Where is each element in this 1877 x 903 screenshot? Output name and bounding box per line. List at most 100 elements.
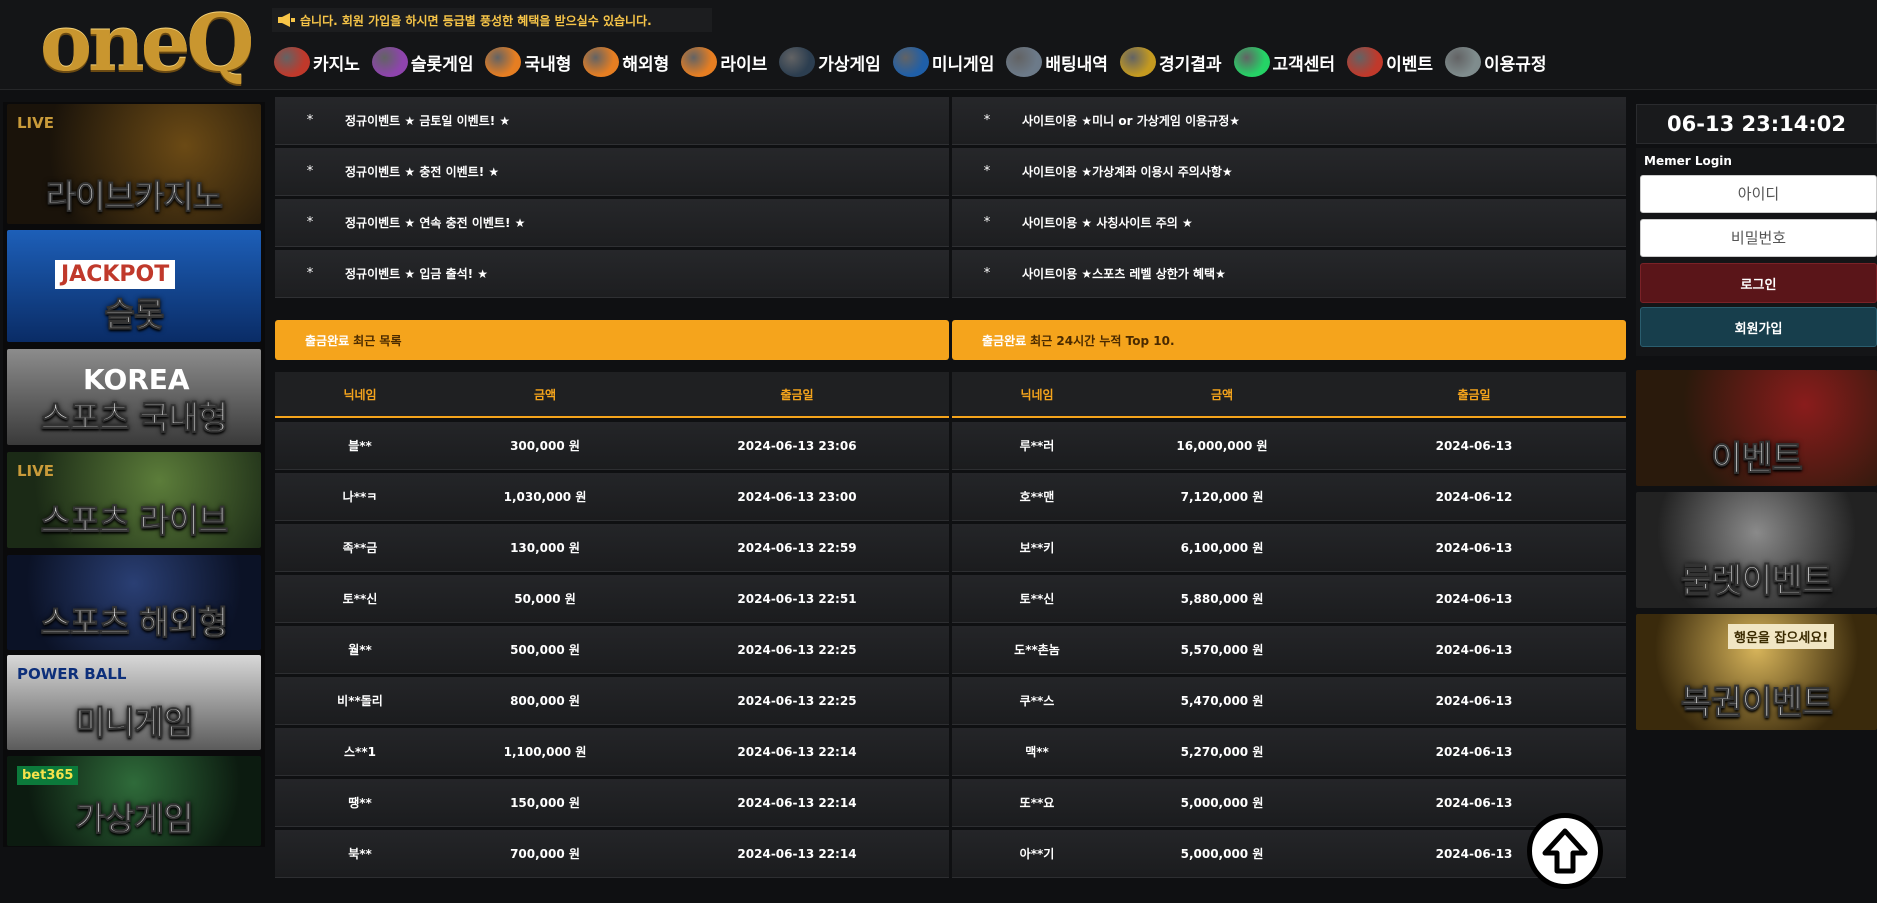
board-bullet: * [983, 164, 991, 179]
cell-nickname: 나**ㅋ [342, 490, 378, 504]
left-banner-1[interactable]: JACKPOT 슬롯 [7, 230, 261, 342]
board-item[interactable]: * 정규이벤트 ★ 연속 충전 이벤트! ★ [275, 199, 949, 247]
username-input[interactable] [1640, 175, 1877, 213]
login-panel: Memer Login 로그인 회원가입 [1636, 148, 1877, 356]
column-header-date: 출금일 [1457, 387, 1491, 402]
signup-button[interactable]: 회원가입 [1640, 307, 1877, 347]
column-header-amount: 금액 [533, 387, 557, 402]
left-banner-6[interactable]: bet365 가상게임 [7, 756, 261, 846]
left-banner-5[interactable]: POWER BALL 미니게임 [7, 655, 261, 750]
login-button[interactable]: 로그인 [1640, 263, 1877, 303]
nav-item-11[interactable]: 이용규정 [1444, 47, 1547, 77]
board-item[interactable]: * 사이트이용 ★ 사칭사이트 주의 ★ [952, 199, 1626, 247]
left-banner-2[interactable]: KOREA 스포츠 국내형 [7, 349, 261, 445]
cell-amount: 1,030,000 원 [503, 490, 587, 504]
table-row: 스**1 1,100,000 원 2024-06-13 22:14 [275, 728, 949, 776]
password-input[interactable] [1640, 219, 1877, 257]
banner-badge: bet365 [17, 766, 79, 785]
recent-bar-sub: 최근 목록 [353, 333, 402, 348]
board-item[interactable]: * 정규이벤트 ★ 금토일 이벤트! ★ [275, 97, 949, 145]
arrow-up-icon [1542, 828, 1588, 874]
banner-title: 룰렛이벤트 [1680, 561, 1833, 602]
nav-item-8[interactable]: 경기결과 [1119, 47, 1222, 77]
cell-date: 2024-06-13 22:25 [737, 642, 857, 657]
cell-nickname: 월** [348, 643, 372, 657]
soccer-ball-icon [583, 47, 620, 77]
banner-title: 복권이벤트 [1680, 683, 1833, 724]
cell-date: 2024-06-13 22:14 [737, 795, 857, 810]
nav-item-3[interactable]: 해외형 [583, 47, 669, 77]
nav-item-0[interactable]: 카지노 [274, 47, 360, 77]
banner-title: 미니게임 [75, 703, 194, 743]
nav-label: 배팅내역 [1045, 54, 1108, 75]
banner-badge: LIVE [17, 462, 54, 480]
cell-amount: 5,000,000 원 [1180, 796, 1264, 810]
board-item-title: 사이트이용 ★ 사칭사이트 주의 ★ [1022, 216, 1193, 230]
site-header: oneQ 습니다. 회원 가입을 하시면 등급별 풍성한 혜택을 받으실수 있습… [0, 0, 1877, 90]
cell-date: 2024-06-13 22:25 [737, 693, 857, 708]
table-row: 토**신 5,880,000 원 2024-06-13 [952, 575, 1626, 623]
nav-item-6[interactable]: 미니게임 [892, 47, 994, 77]
table-row: 족**금 130,000 원 2024-06-13 22:59 [275, 524, 949, 572]
top-withdrawal-table: 닉네임 금액 출금일 루**러 16,000,000 원 2024-06-13 호**… [952, 372, 1626, 881]
board-item-title: 사이트이용 ★미니 or 가상게임 이용규정★ [1022, 114, 1240, 128]
table-row: 도**촌놈 5,570,000 원 2024-06-13 [952, 626, 1626, 674]
site-logo[interactable]: oneQ [40, 4, 254, 84]
cell-nickname: 보**키 [1019, 541, 1055, 555]
nav-item-2[interactable]: 국내형 [485, 47, 571, 77]
nav-label: 고객센터 [1272, 54, 1336, 75]
cell-nickname: 아**기 [1019, 847, 1055, 861]
banner-title: 스포츠 라이브 [40, 501, 229, 541]
clock: 06-13 23:14:02 [1636, 104, 1877, 144]
nav-item-5[interactable]: 가상게임 [779, 47, 881, 77]
cell-amount: 300,000 원 [510, 439, 580, 453]
left-banner-4[interactable]: 스포츠 해외형 [7, 555, 261, 650]
board-item-title: 사이트이용 ★가상계좌 이용시 주의사항★ [1022, 165, 1233, 179]
nav-label: 라이브 [720, 54, 768, 75]
nav-item-1[interactable]: 슬롯게임 [371, 47, 473, 77]
cell-amount: 130,000 원 [510, 541, 580, 555]
right-banner-2[interactable]: 행운을 잡으세요! 복권이벤트 [1636, 614, 1877, 730]
banner-title: 슬롯 [104, 295, 165, 335]
cell-amount: 5,000,000 원 [1180, 847, 1264, 861]
table-row: 맥** 5,270,000 원 2024-06-13 [952, 728, 1626, 776]
cell-date: 2024-06-13 [1435, 540, 1513, 555]
top-bar-strong: 출금완료 [982, 333, 1027, 348]
cell-nickname: 루**러 [1019, 439, 1055, 453]
nav-item-9[interactable]: 고객센터 [1233, 47, 1336, 77]
cell-amount: 700,000 원 [510, 847, 580, 861]
banner-title: 스포츠 국내형 [40, 398, 229, 438]
board-item[interactable]: * 정규이벤트 ★ 입금 출석! ★ [275, 250, 949, 298]
notice-text: 습니다. 회원 가입을 하시면 등급별 풍성한 혜택을 받으실수 있습니다. [300, 13, 652, 28]
board-item[interactable]: * 사이트이용 ★스포츠 레벨 상한가 혜택★ [952, 250, 1626, 298]
table-row: 블** 300,000 원 2024-06-13 23:06 [275, 422, 949, 470]
right-banner-0[interactable]: 이벤트 [1636, 370, 1877, 486]
powerball-icon [892, 47, 929, 77]
nav-item-10[interactable]: 이벤트 [1347, 47, 1433, 77]
scroll-to-top-button[interactable] [1527, 813, 1603, 889]
table-row: 아**기 5,000,000 원 2024-06-13 [952, 830, 1626, 878]
column-header-amount: 금액 [1210, 387, 1234, 402]
left-banner-0[interactable]: LIVE 라이브카지노 [7, 104, 261, 224]
nav-label: 해외형 [622, 54, 670, 75]
board-item[interactable]: * 사이트이용 ★가상계좌 이용시 주의사항★ [952, 148, 1626, 196]
cell-date: 2024-06-13 22:14 [737, 744, 857, 759]
right-banner-1[interactable]: 룰렛이벤트 [1636, 492, 1877, 608]
left-banner-3[interactable]: LIVE 스포츠 라이브 [7, 452, 261, 548]
table-row: 비**돌리 800,000 원 2024-06-13 22:25 [275, 677, 949, 725]
nav-item-4[interactable]: 라이브 [681, 47, 767, 77]
cell-date: 2024-06-13 [1435, 693, 1513, 708]
events-board: * 정규이벤트 ★ 금토일 이벤트! ★ * 정규이벤트 ★ 충전 이벤트! ★ * 정규… [275, 97, 949, 301]
table-header: 닉네임 금액 출금일 [952, 372, 1626, 418]
top-withdrawal-bar: 출금완료 최근 24시간 누적 Top 10. [952, 320, 1626, 360]
cell-amount: 5,270,000 원 [1180, 745, 1264, 759]
column-header-nickname: 닉네임 [1020, 387, 1054, 402]
nav-item-7[interactable]: 배팅내역 [1006, 47, 1108, 77]
cell-amount: 5,570,000 원 [1180, 643, 1264, 657]
cell-date: 2024-06-13 [1435, 744, 1513, 759]
cell-amount: 7,120,000 원 [1180, 490, 1264, 504]
virtual-race-icon [779, 47, 816, 77]
board-item[interactable]: * 사이트이용 ★미니 or 가상게임 이용규정★ [952, 97, 1626, 145]
board-item[interactable]: * 정규이벤트 ★ 충전 이벤트! ★ [275, 148, 949, 196]
recent-bar-strong: 출금완료 [305, 333, 350, 348]
